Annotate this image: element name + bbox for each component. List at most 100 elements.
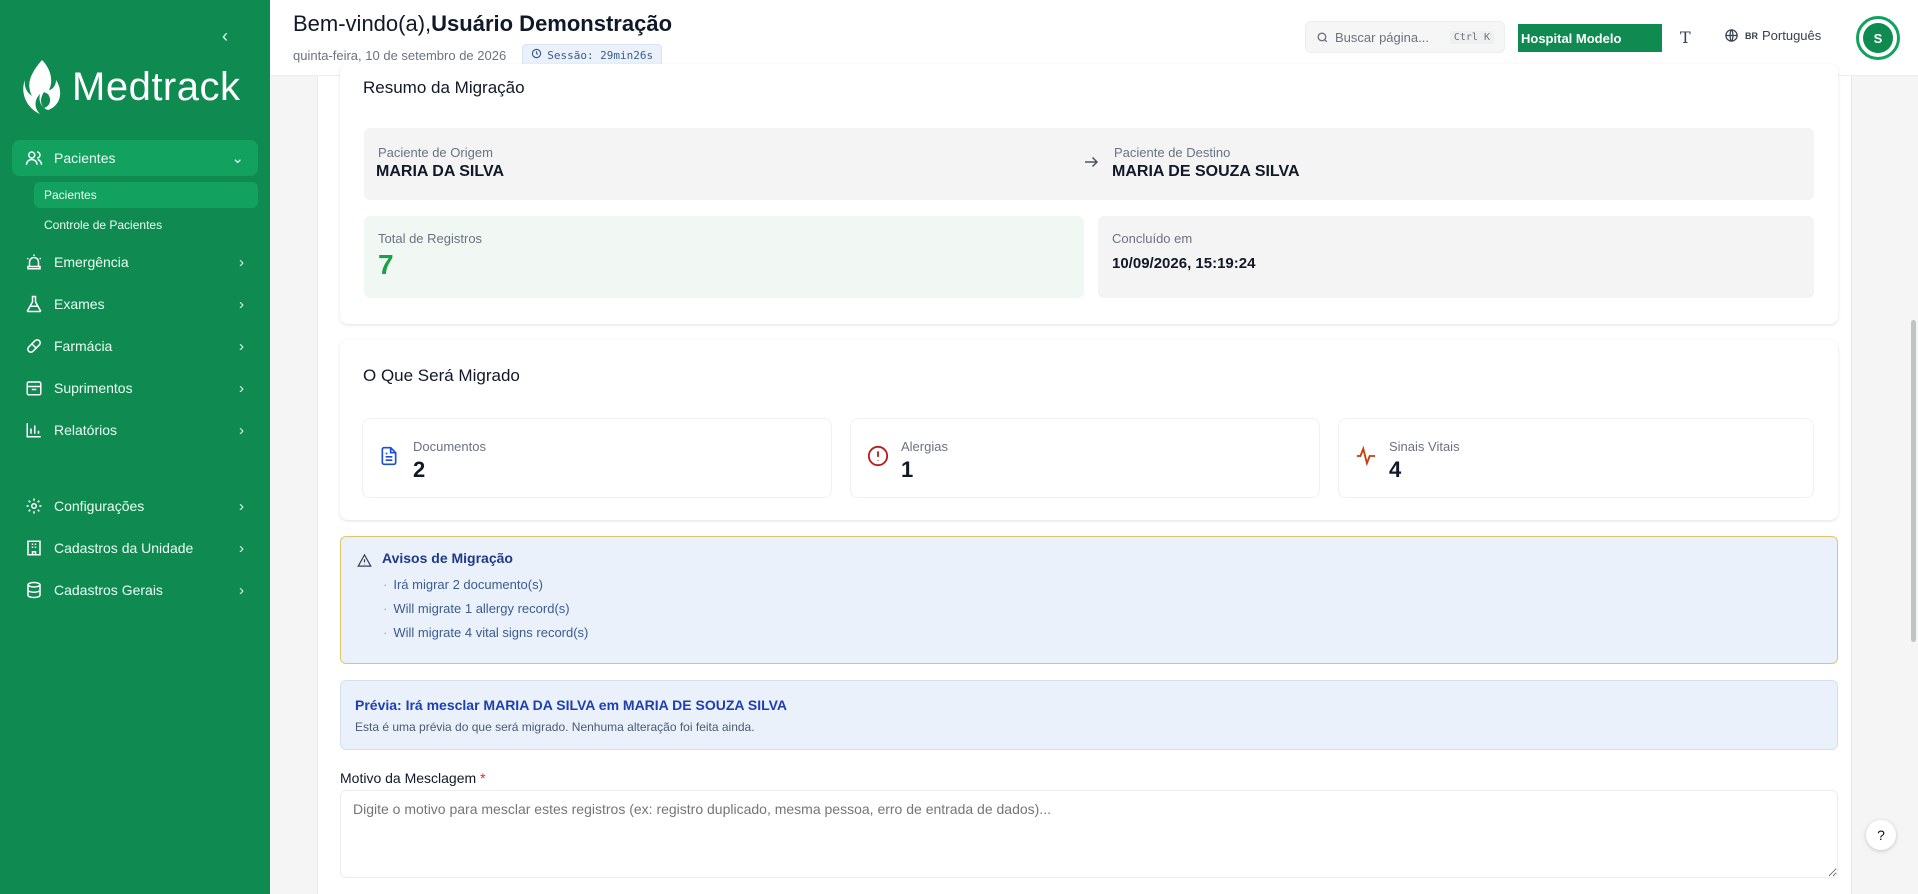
chevron-right-icon: ›	[239, 379, 244, 397]
logo-flame-icon	[23, 60, 61, 114]
sidebar-item-cadastros-da-unidade[interactable]: Cadastros da Unidade ›	[12, 530, 258, 566]
warning-text: Irá migrar 2 documento(s)	[393, 577, 543, 592]
origin-label: Paciente de Origem	[378, 145, 493, 160]
sidebar-item-pacientes[interactable]: Pacientes ⌄	[12, 140, 258, 176]
preview-title: Prévia: Irá mesclar MARIA DA SILVA em MA…	[355, 697, 788, 713]
hospital-selector[interactable]: Hospital Modelo	[1518, 24, 1662, 52]
search-placeholder: Buscar página...	[1335, 29, 1429, 45]
chevron-right-icon: ›	[239, 295, 244, 313]
sidebar-item-cadastros-gerais[interactable]: Cadastros Gerais ›	[12, 572, 258, 608]
stat-value: 4	[1389, 457, 1402, 482]
gear-icon	[24, 496, 44, 516]
sidebar-item-suprimentos[interactable]: Suprimentos ›	[12, 370, 258, 406]
date-line: quinta-feira, 10 de setembro de 2026 Ses…	[293, 44, 663, 66]
sidebar-item-label: Relatórios	[54, 422, 118, 438]
chevron-right-icon: ›	[239, 337, 244, 355]
sidebar-item-configuracoes[interactable]: Configurações ›	[12, 488, 258, 524]
chart-icon	[24, 420, 44, 440]
sidebar-item-label: Emergência	[54, 254, 129, 270]
alert-circle-icon	[867, 445, 889, 472]
clock-icon	[531, 48, 542, 62]
sidebar-item-farmacia[interactable]: Farmácia ›	[12, 328, 258, 364]
chevron-right-icon: ›	[239, 497, 244, 515]
total-records-box: Total de Registros 7	[364, 216, 1084, 298]
chevron-down-icon: ⌄	[231, 150, 244, 167]
logo-text: Medtrack	[72, 64, 241, 109]
stat-label: Documentos	[413, 439, 486, 454]
migration-summary-card: Resumo da Migração Paciente de Origem MA…	[340, 64, 1838, 324]
box-icon	[24, 378, 44, 398]
building-icon	[24, 538, 44, 558]
sidebar-item-label: Pacientes	[54, 150, 116, 166]
avatar[interactable]: S	[1856, 16, 1900, 60]
warning-item: · Will migrate 4 vital signs record(s)	[383, 625, 589, 640]
patients-box: Paciente de Origem MARIA DA SILVA Pacien…	[364, 128, 1814, 200]
warning-text: Will migrate 1 allergy record(s)	[393, 601, 570, 616]
sidebar-item-emergencia[interactable]: Emergência ›	[12, 244, 258, 280]
flask-icon	[24, 294, 44, 314]
warning-text: Will migrate 4 vital signs record(s)	[393, 625, 589, 640]
warning-item: · Will migrate 1 allergy record(s)	[383, 601, 570, 616]
sidebar-item-label: Cadastros Gerais	[54, 582, 163, 598]
stat-vital-signs: Sinais Vitais 4	[1338, 418, 1814, 498]
activity-icon	[1355, 445, 1377, 472]
sidebar-item-label: Suprimentos	[54, 380, 133, 396]
welcome-prefix: Bem-vindo(a),	[293, 11, 432, 36]
search-input[interactable]: Buscar página... Ctrl K	[1305, 21, 1505, 53]
warning-item: · Irá migrar 2 documento(s)	[383, 577, 543, 592]
chevron-right-icon: ›	[239, 581, 244, 599]
sidebar-item-label: Exames	[54, 296, 105, 312]
globe-icon	[1724, 28, 1739, 43]
chevron-right-icon: ›	[239, 539, 244, 557]
stat-value: 1	[901, 457, 914, 482]
chevron-right-icon: ›	[239, 421, 244, 439]
migration-warnings: Avisos de Migração · Irá migrar 2 documen…	[340, 536, 1838, 664]
warnings-title: Avisos de Migração	[382, 550, 513, 566]
sidebar-item-label: Configurações	[54, 498, 145, 514]
sidebar-item-relatorios[interactable]: Relatórios ›	[12, 412, 258, 448]
reason-label-text: Motivo da Mesclagem	[340, 770, 477, 786]
database-icon	[24, 580, 44, 600]
destination-label: Paciente de Destino	[1114, 145, 1231, 160]
stat-label: Alergias	[901, 439, 948, 454]
migration-items-card: O Que Será Migrado Documentos 2 Alergias…	[340, 340, 1838, 520]
concluded-value: 10/09/2026, 15:19:24	[1112, 255, 1256, 272]
sidebar-subitem-pacientes[interactable]: Pacientes	[34, 182, 258, 208]
help-button[interactable]: ?	[1866, 820, 1896, 850]
users-icon	[24, 148, 44, 168]
total-value: 7	[378, 249, 394, 280]
search-icon	[1316, 31, 1329, 44]
scrollbar-thumb[interactable]	[1911, 320, 1916, 642]
sidebar: ‹ Medtrack Pacientes ⌄ Pacientes Control…	[0, 0, 270, 894]
migrated-title: O Que Será Migrado	[363, 366, 520, 385]
warning-triangle-icon	[357, 553, 372, 573]
user-name: Usuário Demonstração	[431, 11, 673, 36]
destination-name: MARIA DE SOUZA SILVA	[1112, 163, 1300, 180]
stat-value: 2	[413, 457, 426, 482]
concluded-label: Concluído em	[1112, 231, 1193, 246]
sidebar-subitem-controle-de-pacientes[interactable]: Controle de Pacientes	[34, 212, 258, 238]
origin-name: MARIA DA SILVA	[376, 163, 504, 180]
welcome-message: Bem-vindo(a),Usuário Demonstração	[293, 11, 672, 37]
sidebar-subnav: Pacientes Controle de Pacientes	[34, 182, 258, 238]
document-icon	[379, 445, 399, 472]
current-date: quinta-feira, 10 de setembro de 2026	[293, 47, 507, 63]
stat-documents: Documentos 2	[362, 418, 832, 498]
stat-allergies: Alergias 1	[850, 418, 1320, 498]
total-label: Total de Registros	[378, 231, 483, 246]
language-selector[interactable]: BR Português	[1724, 28, 1821, 43]
stat-label: Sinais Vitais	[1389, 439, 1460, 454]
summary-title: Resumo da Migração	[363, 78, 525, 97]
search-shortcut: Ctrl K	[1449, 30, 1494, 44]
concluded-box: Concluído em 10/09/2026, 15:19:24	[1098, 216, 1814, 298]
sidebar-nav: Pacientes ⌄ Pacientes Controle de Pacien…	[0, 140, 270, 614]
session-badge: Sessão: 29min26s	[522, 44, 663, 66]
arrow-right-icon	[1082, 153, 1100, 176]
merge-reason-textarea[interactable]	[340, 790, 1838, 878]
font-size-button[interactable]: T	[1680, 28, 1691, 47]
sidebar-item-exames[interactable]: Exames ›	[12, 286, 258, 322]
flag-icon: BR	[1745, 30, 1758, 41]
avatar-initial: S	[1863, 23, 1893, 53]
language-label: Português	[1762, 28, 1822, 43]
collapse-sidebar-button[interactable]: ‹	[222, 26, 228, 47]
